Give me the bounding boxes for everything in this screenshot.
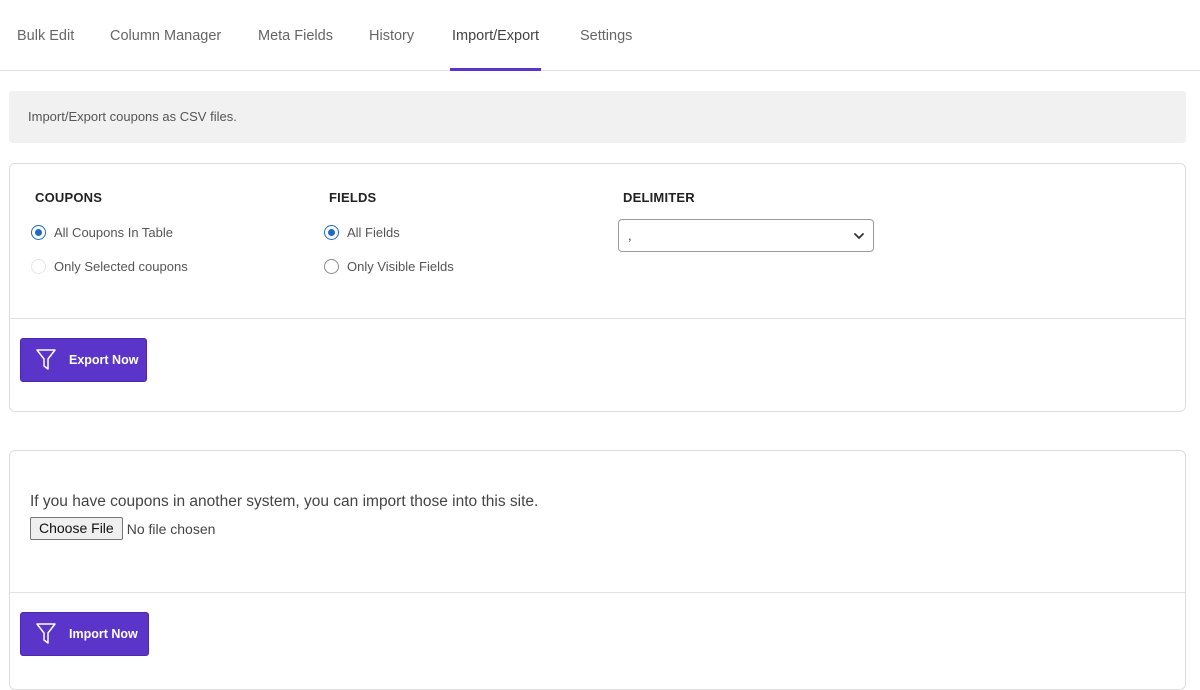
- radio-visible-fields[interactable]: Only Visible Fields: [324, 256, 454, 276]
- panel-divider: [10, 592, 1185, 593]
- radio-label: All Fields: [347, 224, 400, 240]
- info-notice: Import/Export coupons as CSV files.: [9, 91, 1186, 143]
- export-now-button[interactable]: Export Now: [20, 338, 147, 382]
- choose-file-button[interactable]: Choose File: [30, 517, 123, 540]
- import-now-label: Import Now: [69, 627, 138, 641]
- tab-import-export[interactable]: Import/Export: [449, 0, 542, 71]
- tab-bar: Bulk Edit Column Manager Meta Fields His…: [0, 0, 1200, 71]
- tab-column-manager[interactable]: Column Manager: [110, 0, 221, 71]
- delimiter-select[interactable]: ,: [618, 219, 874, 252]
- panel-divider: [10, 318, 1185, 319]
- delimiter-title: DELIMITER: [623, 190, 695, 205]
- import-description: If you have coupons in another system, y…: [30, 493, 539, 510]
- filter-icon: [36, 349, 56, 370]
- export-panel: COUPONS All Coupons In Table Only Select…: [9, 163, 1186, 412]
- radio-button[interactable]: [31, 258, 46, 274]
- import-now-button[interactable]: Import Now: [20, 612, 149, 656]
- chevron-down-icon: [854, 233, 864, 239]
- import-panel: If you have coupons in another system, y…: [9, 450, 1186, 690]
- file-input[interactable]: Choose File No file chosen: [30, 517, 215, 540]
- radio-label: All Coupons In Table: [54, 224, 174, 240]
- tab-history[interactable]: History: [369, 0, 414, 71]
- tab-meta-fields[interactable]: Meta Fields: [258, 0, 333, 71]
- file-status: No file chosen: [126, 520, 216, 537]
- radio-all-coupons[interactable]: All Coupons In Table: [31, 222, 173, 242]
- radio-label: Only Selected coupons: [54, 258, 188, 274]
- tab-settings[interactable]: Settings: [580, 0, 632, 71]
- radio-label: Only Visible Fields: [347, 258, 454, 274]
- delimiter-value: ,: [628, 228, 632, 243]
- export-now-label: Export Now: [69, 353, 139, 367]
- tab-bulk-edit[interactable]: Bulk Edit: [17, 0, 74, 71]
- radio-button-checked[interactable]: [31, 224, 46, 240]
- radio-button-checked[interactable]: [324, 224, 339, 240]
- fields-title: FIELDS: [329, 190, 377, 205]
- radio-selected-coupons[interactable]: Only Selected coupons: [31, 256, 188, 276]
- filter-icon: [36, 623, 56, 644]
- radio-all-fields[interactable]: All Fields: [324, 222, 400, 242]
- coupons-title: COUPONS: [35, 190, 103, 205]
- radio-button[interactable]: [324, 258, 339, 274]
